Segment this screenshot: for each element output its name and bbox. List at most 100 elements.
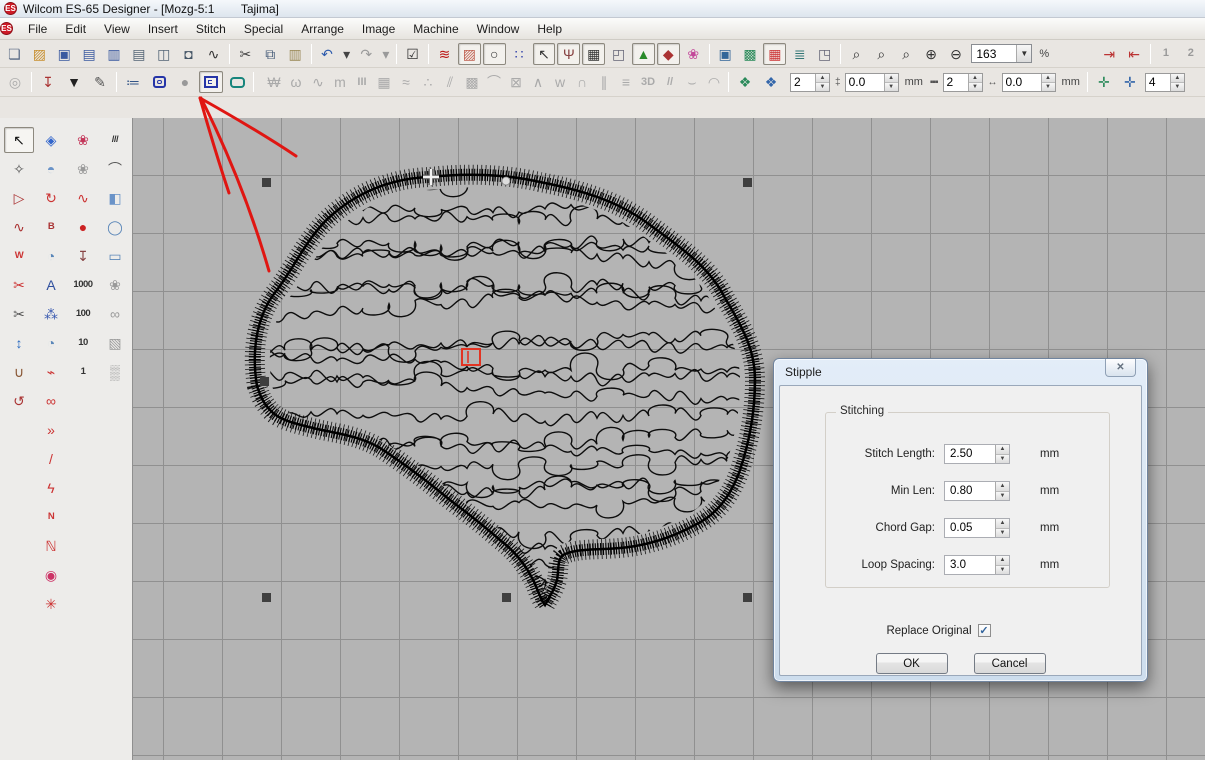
reshape-object-button[interactable]: ✎ xyxy=(88,71,112,93)
thread-colors-button[interactable]: ▩ xyxy=(739,43,762,65)
input-b-tool-button[interactable]: ◓ xyxy=(36,156,66,182)
paste-button[interactable]: ▥ xyxy=(284,43,307,65)
stitch-list-button[interactable]: ≣ xyxy=(788,43,811,65)
stipple-dialog-titlebar[interactable]: Stipple ✕ xyxy=(779,359,1142,385)
ellipse-tool-button[interactable]: ◯ xyxy=(100,214,130,240)
run-stitch-tool-button[interactable]: » xyxy=(36,417,66,443)
rectangle-tool-button[interactable]: ▭ xyxy=(100,243,130,269)
menu-arrange[interactable]: Arrange xyxy=(292,19,353,39)
reshape-tool-button[interactable]: ◈ xyxy=(36,127,66,153)
jump-stitch-tool-button[interactable]: N xyxy=(36,504,66,530)
object-properties-button[interactable]: ≔ xyxy=(121,71,145,93)
zoom-to-box-button[interactable]: ⌕ xyxy=(895,43,918,65)
show-hatch-button[interactable]: ▨ xyxy=(458,43,481,65)
chevron-down-icon[interactable]: ▼ xyxy=(1016,45,1031,62)
florentine-tool-button[interactable]: ❀ xyxy=(68,156,98,182)
spin-buttons[interactable]: ▲▼ xyxy=(884,74,898,91)
fan-stitch-tool-button[interactable]: ∪ xyxy=(4,359,34,385)
selection-handle[interactable] xyxy=(743,593,752,602)
show-needle-points-button[interactable]: Ψ xyxy=(557,43,580,65)
copy-button[interactable]: ⧉ xyxy=(259,43,282,65)
spin-buttons[interactable]: ▲▼ xyxy=(1170,74,1184,91)
stitch-angle-tool-button[interactable]: ∿ xyxy=(4,214,34,240)
image-tool-button[interactable]: ▧ xyxy=(100,330,130,356)
show-pointer-button[interactable]: ↖ xyxy=(533,43,556,65)
zoom-in-button[interactable]: ⊕ xyxy=(920,43,943,65)
block-digitize-tool-button[interactable]: ◧ xyxy=(100,185,130,211)
needle-penetrations-button[interactable]: ↧ xyxy=(36,71,60,93)
applique-tool-button[interactable]: ⁂ xyxy=(36,301,66,327)
photo-stitch-tool-button[interactable]: ∞ xyxy=(100,301,130,327)
chain-stitch-tool-button[interactable]: ∞ xyxy=(36,388,66,414)
auto-spacing-button[interactable]: ❖ xyxy=(759,71,783,93)
export-machine-file-button[interactable]: ⇥ xyxy=(1098,43,1121,65)
stipple-preview-tool-button[interactable]: ▒ xyxy=(100,359,130,385)
fusion-select-tool-button[interactable]: ◔ xyxy=(36,330,66,356)
offset-spacing-input[interactable] xyxy=(1003,74,1041,91)
title-bar[interactable]: ES Wilcom ES-65 Designer - [Mozg-5:1 Taj… xyxy=(0,0,1205,18)
run-10-tool-button[interactable]: 10 xyxy=(68,330,98,356)
show-design-button[interactable]: ◆ xyxy=(657,43,680,65)
satin-column-tool-button[interactable]: ℕ xyxy=(36,533,66,559)
spin-buttons[interactable]: ▲▼ xyxy=(968,74,982,91)
undo-dropdown-button[interactable]: ▾ xyxy=(340,43,352,65)
stitch-edit-button[interactable]: ☑ xyxy=(401,43,424,65)
outline-trace-button[interactable] xyxy=(225,71,249,93)
menu-edit[interactable]: Edit xyxy=(56,19,95,39)
zoom-out-button[interactable]: ⊖ xyxy=(945,43,968,65)
reshape-node-tool-button[interactable]: ▷ xyxy=(4,185,34,211)
curve-input-tool-button[interactable]: ⌒ xyxy=(100,156,130,182)
sewing-machine-button[interactable]: ◘ xyxy=(177,43,200,65)
column-tool-button[interactable]: ● xyxy=(68,214,98,240)
stipple-fill-button[interactable] xyxy=(199,71,223,93)
morph-value-input[interactable] xyxy=(1146,74,1170,91)
new-design-button[interactable]: ❏ xyxy=(3,43,26,65)
mirror-ellipse-tool-button[interactable]: ↺ xyxy=(4,388,34,414)
buttonhole-tool-button[interactable]: ◉ xyxy=(36,562,66,588)
min-len-input[interactable] xyxy=(945,482,995,500)
design-properties-button[interactable]: ▣ xyxy=(714,43,737,65)
offset-count-input[interactable] xyxy=(944,74,968,91)
dim-artwork-button[interactable]: ● xyxy=(173,71,197,93)
menu-insert[interactable]: Insert xyxy=(139,19,187,39)
zoom-1-1-button[interactable]: ⌕ xyxy=(845,43,868,65)
menu-view[interactable]: View xyxy=(95,19,139,39)
print-preview-button[interactable]: ◫ xyxy=(152,43,175,65)
color-film-button[interactable]: ▦ xyxy=(763,43,786,65)
select-tool-button[interactable]: ↖ xyxy=(4,127,34,153)
pull-compensation-button[interactable]: ❖ xyxy=(733,71,757,93)
weave-fill-tool-button[interactable]: /// xyxy=(100,127,130,153)
run-100-tool-button[interactable]: 100 xyxy=(68,301,98,327)
menu-help[interactable]: Help xyxy=(528,19,571,39)
menu-window[interactable]: Window xyxy=(468,19,529,39)
dialog-close-button[interactable]: ✕ xyxy=(1105,359,1136,377)
overview-window-button[interactable]: ◰ xyxy=(607,43,630,65)
spin-buttons[interactable]: ▲▼ xyxy=(995,556,1009,574)
selection-handle[interactable] xyxy=(262,593,271,602)
outline-offset-button[interactable] xyxy=(147,71,171,93)
print-button[interactable]: ▤ xyxy=(127,43,150,65)
needle-spacing-tool-button[interactable]: ↧ xyxy=(68,243,98,269)
show-stitches-button[interactable]: ≋ xyxy=(433,43,456,65)
zoom-fit-button[interactable]: ⌕ xyxy=(870,43,893,65)
loop-spacing-input[interactable] xyxy=(945,556,995,574)
save-as-tajima-button[interactable]: ▥ xyxy=(103,43,126,65)
spin-buttons[interactable]: ▲▼ xyxy=(995,519,1009,537)
flower-tool-button[interactable]: ❀ xyxy=(100,272,130,298)
run-1000-tool-button[interactable]: 1000 xyxy=(68,272,98,298)
open-design-button[interactable]: ▨ xyxy=(28,43,51,65)
spin-buttons[interactable]: ▲▼ xyxy=(995,445,1009,463)
menu-file[interactable]: File xyxy=(19,19,56,39)
cancel-button[interactable]: Cancel xyxy=(974,653,1046,674)
spin-buttons[interactable]: ▲▼ xyxy=(995,482,1009,500)
remove-stitches-tool-button[interactable]: ✂ xyxy=(4,272,34,298)
zigzag-run-tool-button[interactable]: ϟ xyxy=(36,475,66,501)
stitch-ratio-tool-button[interactable]: W xyxy=(4,243,34,269)
needle-select-button[interactable]: ▼ xyxy=(62,71,86,93)
morph-spread-button[interactable]: ✛ xyxy=(1092,71,1116,93)
import-machine-file-button[interactable]: ⇤ xyxy=(1123,43,1146,65)
selection-handle[interactable] xyxy=(260,377,269,386)
show-artwork-button[interactable]: ▲ xyxy=(632,43,655,65)
show-outlines-button[interactable]: ○ xyxy=(483,43,506,65)
undo-button[interactable]: ↶ xyxy=(316,43,339,65)
